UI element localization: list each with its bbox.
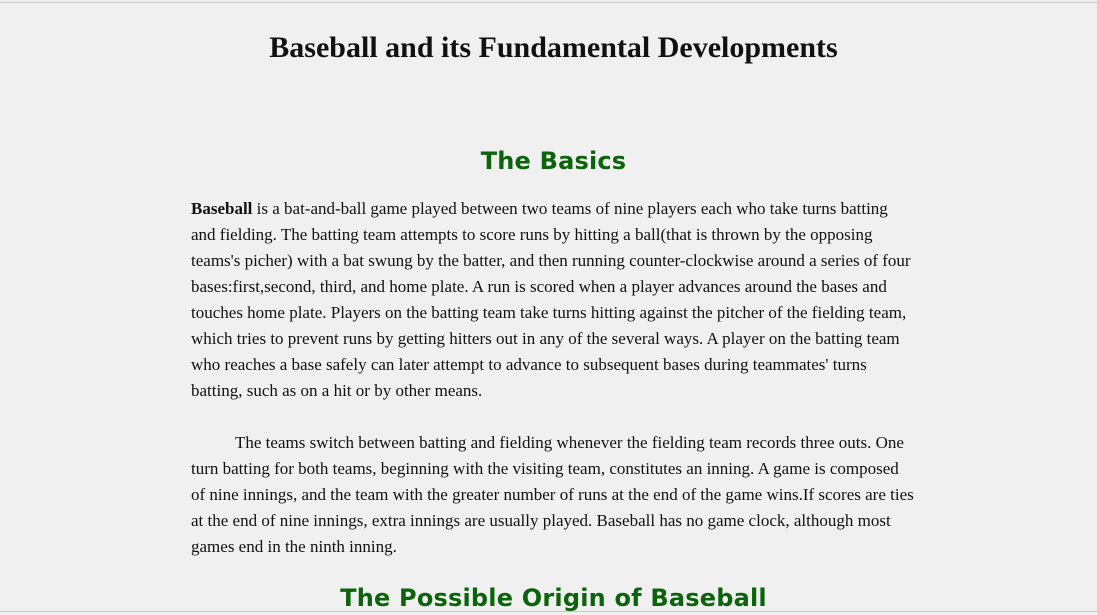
section-heading-origin: The Possible Origin of Baseball — [340, 584, 767, 612]
basics-paragraph-1: Baseball is a bat-and-ball game played b… — [191, 196, 915, 404]
basics-content: Baseball is a bat-and-ball game played b… — [191, 196, 915, 560]
basics-paragraph-2: The teams switch between batting and fie… — [191, 433, 914, 556]
page-title: Baseball and its Fundamental Development… — [269, 31, 838, 64]
bottom-divider — [0, 611, 1097, 612]
baseball-bold-term: Baseball — [191, 199, 253, 218]
section-heading-basics: The Basics — [480, 147, 627, 175]
top-divider — [0, 2, 1097, 3]
basics-paragraph-1-text: is a bat-and-ball game played between tw… — [191, 199, 911, 400]
